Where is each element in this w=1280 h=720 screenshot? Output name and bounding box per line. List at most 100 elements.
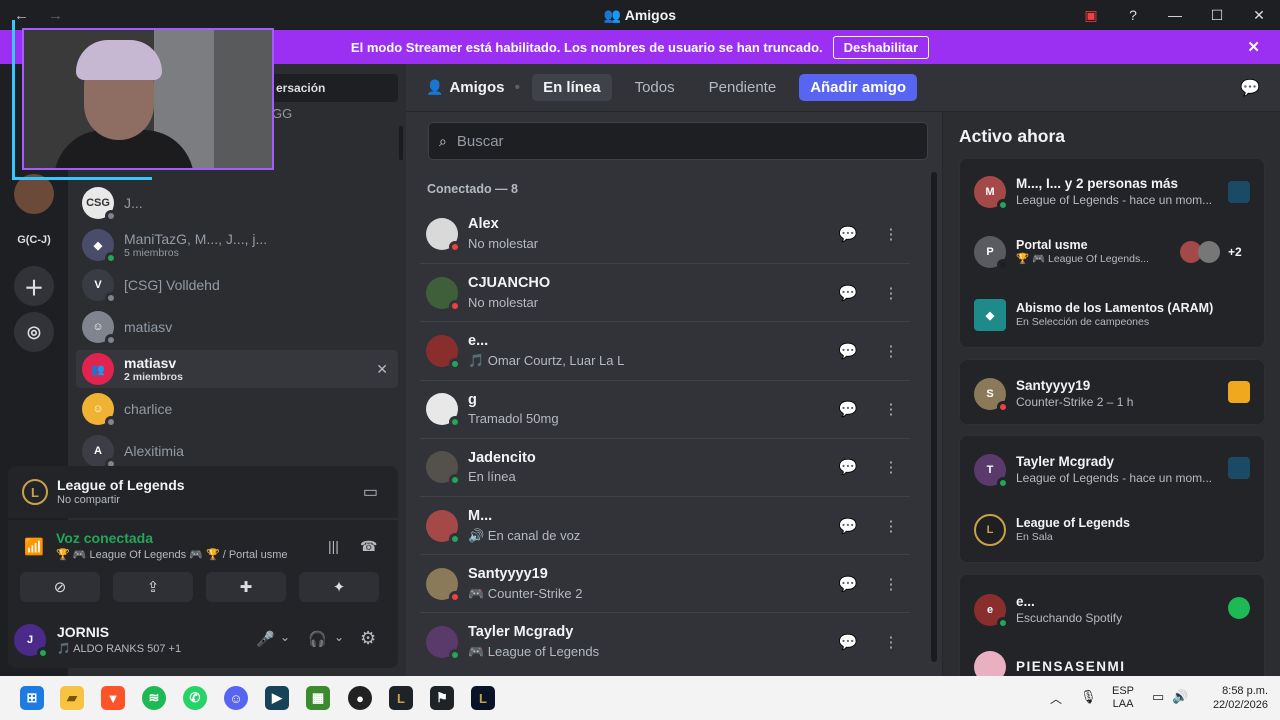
- message-icon[interactable]: 💬: [831, 334, 865, 368]
- dm-item-selected[interactable]: 👥 matiasv 2 miembros ✕: [76, 350, 398, 388]
- avatar: M: [974, 175, 1009, 211]
- activities-button[interactable]: ✚: [206, 572, 286, 602]
- active-now-title: Activo ahora: [959, 126, 1065, 146]
- riot-icon[interactable]: ⚑: [430, 686, 454, 710]
- dm-item[interactable]: ☺ charlice: [76, 390, 398, 428]
- disable-streamer-button[interactable]: Deshabilitar: [832, 35, 930, 59]
- dm-item[interactable]: ☺ matiasv: [76, 308, 398, 346]
- friends-search-input[interactable]: ⌕ Buscar: [428, 122, 928, 160]
- friend-row[interactable]: Tayler Mcgrady 🎮 League of Legends 💬 ⋮: [420, 612, 910, 670]
- chevron-down-icon[interactable]: ⌄: [334, 630, 344, 644]
- username[interactable]: JORNIS: [57, 624, 109, 640]
- message-icon[interactable]: 💬: [831, 276, 865, 310]
- friend-row[interactable]: Jadencito En línea 💬 ⋮: [420, 437, 910, 496]
- tab-online[interactable]: En línea: [532, 74, 612, 101]
- brave-browser-icon[interactable]: ▼: [101, 686, 125, 710]
- active-card[interactable]: T Tayler Mcgrady League of Legends - hace…: [959, 435, 1265, 563]
- friend-row[interactable]: Alex No molestar 💬 ⋮: [420, 205, 910, 263]
- whatsapp-icon[interactable]: ✆: [183, 686, 207, 710]
- soundboard-button[interactable]: ✦: [299, 572, 379, 602]
- language-indicator[interactable]: ESP LAA: [1112, 676, 1134, 720]
- camera-off-button[interactable]: ⊘: [20, 572, 100, 602]
- more-options-icon[interactable]: ⋮: [874, 334, 908, 368]
- spotify-icon[interactable]: ≋: [142, 686, 166, 710]
- discord-icon[interactable]: ☺: [224, 686, 248, 710]
- windows-start-icon[interactable]: ⊞: [20, 686, 44, 710]
- friend-row[interactable]: Santyyyy19 🎮 Counter-Strike 2 💬 ⋮: [420, 554, 910, 612]
- message-icon[interactable]: 💬: [831, 450, 865, 484]
- add-server-icon[interactable]: ＋: [14, 266, 54, 306]
- friend-row[interactable]: CJUANCHO No molestar 💬 ⋮: [420, 263, 910, 321]
- disconnect-icon[interactable]: ☎: [360, 538, 377, 555]
- league-game-icon[interactable]: L: [471, 686, 495, 710]
- friend-row[interactable]: M... 🔊 En canal de voz 💬 ⋮: [420, 496, 910, 554]
- more-options-icon[interactable]: ⋮: [874, 450, 908, 484]
- maximize-button[interactable]: ☐: [1196, 7, 1238, 24]
- dm-item[interactable]: A Alexitimia: [76, 432, 398, 470]
- voice-channel[interactable]: 🏆 🎮 League Of Legends 🎮 🏆 / Portal usme: [56, 548, 288, 561]
- help-icon[interactable]: ?: [1112, 7, 1154, 23]
- user-avatar[interactable]: J: [14, 624, 49, 659]
- minimize-button[interactable]: —: [1154, 7, 1196, 23]
- soundboard-wave-icon[interactable]: |||: [328, 538, 339, 554]
- dm-item[interactable]: ◆ ManiTazG, M..., J..., j... 5 miembros: [76, 226, 398, 264]
- share-screen-button[interactable]: ⇪: [113, 572, 193, 602]
- more-options-icon[interactable]: ⋮: [874, 625, 908, 659]
- league-client-icon[interactable]: L: [389, 686, 413, 710]
- banner-text: El modo Streamer está habilitado. Los no…: [350, 39, 823, 55]
- banner-close-icon[interactable]: ✕: [1247, 38, 1260, 56]
- friend-row[interactable]: e... 🎵 Omar Courtz, Luar La L 💬 ⋮: [420, 321, 910, 379]
- friends-scrollbar[interactable]: [931, 172, 937, 662]
- message-icon[interactable]: 💬: [831, 217, 865, 251]
- dm-item[interactable]: V [CSG] Volldehd: [76, 266, 398, 304]
- network-icon[interactable]: ▭: [1152, 689, 1164, 705]
- explore-icon[interactable]: ◎: [14, 312, 54, 352]
- more-options-icon[interactable]: ⋮: [874, 567, 908, 601]
- file-explorer-icon[interactable]: ▰: [60, 686, 84, 710]
- message-icon[interactable]: 💬: [831, 567, 865, 601]
- screen-share-icon[interactable]: ▭: [363, 482, 378, 502]
- league-icon: L: [974, 514, 1006, 546]
- active-card[interactable]: S Santyyyy19 Counter-Strike 2 – 1 h: [959, 359, 1265, 425]
- more-options-icon[interactable]: ⋮: [874, 392, 908, 426]
- friend-avatar: [426, 451, 461, 487]
- settings-gear-icon[interactable]: ⚙: [360, 628, 376, 649]
- tab-all[interactable]: Todos: [624, 74, 686, 101]
- server-icon[interactable]: [14, 174, 54, 214]
- obs-icon[interactable]: ●: [348, 686, 372, 710]
- friend-row[interactable]: g Tramadol 50mg 💬 ⋮: [420, 379, 910, 438]
- active-card[interactable]: M M..., I... y 2 personas más League of L…: [959, 158, 1265, 348]
- add-friend-button[interactable]: Añadir amigo: [799, 74, 918, 101]
- chevron-up-icon[interactable]: ︿: [1050, 690, 1062, 707]
- back-arrow-icon[interactable]: ←: [14, 7, 34, 24]
- dm-item[interactable]: CSG J...: [76, 184, 398, 222]
- inbox-icon[interactable]: ▣: [1070, 7, 1112, 24]
- more-options-icon[interactable]: ⋮: [874, 217, 908, 251]
- activity-sub: No compartir: [57, 493, 120, 506]
- cs2-icon: [1228, 381, 1250, 403]
- message-icon[interactable]: 💬: [831, 509, 865, 543]
- server-gcj[interactable]: G(C-J): [14, 220, 54, 260]
- new-group-dm-icon[interactable]: 💬: [1240, 78, 1260, 98]
- microphone-icon[interactable]: 🎤: [256, 630, 275, 648]
- close-dm-icon[interactable]: ✕: [376, 361, 388, 378]
- message-icon[interactable]: 💬: [831, 625, 865, 659]
- tab-pending[interactable]: Pendiente: [698, 74, 788, 101]
- dm-scrollbar[interactable]: [399, 126, 403, 160]
- clock[interactable]: 8:58 p.m. 22/02/2026: [1204, 676, 1268, 720]
- forward-arrow-icon[interactable]: →: [48, 7, 68, 24]
- friend-name: Alex: [468, 216, 499, 233]
- close-window-button[interactable]: ✕: [1238, 7, 1280, 24]
- more-options-icon[interactable]: ⋮: [874, 276, 908, 310]
- chevron-down-icon[interactable]: ⌄: [280, 630, 290, 644]
- headphones-icon[interactable]: 🎧: [308, 630, 327, 648]
- dm-search-input[interactable]: ersación: [268, 74, 398, 102]
- microphone-tray-icon[interactable]: 🎙: [1080, 689, 1097, 705]
- voice-status[interactable]: Voz conectada: [56, 530, 153, 546]
- volume-icon[interactable]: 🔊: [1172, 689, 1188, 705]
- active-card[interactable]: e e... Escuchando Spotify PIENSASENMI: [959, 574, 1265, 684]
- message-icon[interactable]: 💬: [831, 392, 865, 426]
- more-options-icon[interactable]: ⋮: [874, 509, 908, 543]
- minecraft-icon[interactable]: ▦: [306, 686, 330, 710]
- terminal-app-icon[interactable]: ▶: [265, 686, 289, 710]
